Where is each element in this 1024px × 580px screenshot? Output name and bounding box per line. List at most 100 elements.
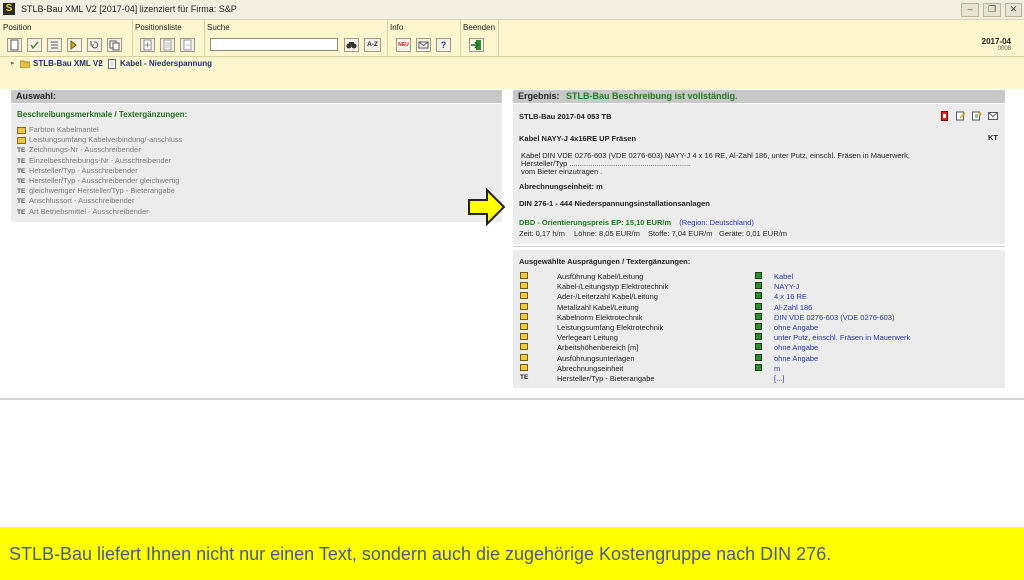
binoculars-search-button[interactable] (344, 38, 359, 52)
kt-label: KT (988, 133, 998, 142)
minimize-button[interactable]: – (961, 3, 979, 17)
feature-label: Leistungsumfang Kabelverbindung/-anschlu… (29, 135, 183, 145)
copy-document-icon[interactable] (972, 111, 982, 123)
ergebnis-header: Ergebnis: STLB-Bau Beschreibung ist voll… (513, 90, 1005, 103)
attribute-tag-icon (520, 302, 528, 310)
attribute-tag-icon (520, 272, 528, 279)
group-position: Position (0, 20, 133, 56)
attribute-label: Kabel-/Leitungstyp Elektrotechnik (557, 282, 669, 292)
edit-value-icon[interactable] (755, 302, 762, 312)
app-logo-icon: S (3, 3, 15, 15)
attribute-value[interactable]: m (774, 364, 780, 373)
list-export-button[interactable] (180, 38, 195, 52)
edit-value-icon[interactable] (755, 312, 762, 322)
feature-item[interactable]: TE Einzelbeschreibungs-Nr - Ausschreibend… (17, 156, 171, 166)
selected-row[interactable]: Ader-/Leiterzahl Kabel/Leitung 4 x 16 RE (520, 292, 1000, 302)
attribute-tag-icon (520, 333, 528, 341)
edit-value-icon[interactable] (755, 272, 762, 281)
edit-document-icon[interactable] (956, 111, 966, 123)
attribute-icon (520, 302, 532, 312)
feature-item[interactable]: TE Hersteller/Typ - Ausschreibender (17, 166, 138, 176)
selected-row[interactable]: Ausführungsunterlagen ohne Angabe (520, 353, 1000, 364)
attribute-tag-icon (520, 323, 528, 330)
attribute-icon (520, 323, 532, 332)
help-button[interactable]: ? (436, 38, 451, 52)
attribute-value[interactable]: Al-Zahl 186 (774, 303, 812, 312)
green-edit-icon (755, 343, 762, 351)
section-divider (513, 246, 1005, 247)
edit-value-icon[interactable] (755, 292, 762, 301)
selected-row[interactable]: TE Hersteller/Typ - Bieterangabe [...] (520, 374, 1000, 384)
mail-icon[interactable] (988, 112, 998, 122)
news-button[interactable]: NEU (396, 38, 411, 52)
tag-icon (17, 126, 29, 134)
content-divider (0, 398, 1024, 400)
attribute-icon (520, 353, 532, 363)
attribute-value[interactable]: ohne Angabe (774, 354, 818, 363)
selected-row[interactable]: Arbeitshöhenbereich [m] ohne Angabe (520, 343, 1000, 353)
edit-value-icon[interactable] (755, 323, 762, 332)
az-index-button[interactable]: A-Z (364, 38, 381, 52)
selected-row[interactable]: Abrechnungseinheit m (520, 363, 1000, 374)
selected-row[interactable]: Kabelnorm Elektrotechnik DIN VDE 0276-603… (520, 312, 1000, 323)
attribute-label: Ausführung Kabel/Leitung (557, 272, 644, 281)
feature-item[interactable]: TE Zeichnungs-Nr - Ausschreibender (17, 145, 141, 155)
attribute-icon (520, 333, 532, 342)
attribute-label: Kabelnorm Elektrotechnik (557, 312, 643, 322)
breadcrumb-current[interactable]: Kabel - Niederspannung (120, 59, 212, 68)
selected-row[interactable]: Leistungsumfang Elektrotechnik ohne Angab… (520, 323, 1000, 333)
feature-item[interactable]: Farbton Kabelmantel (17, 125, 99, 135)
tag-icon (17, 136, 29, 144)
attribute-value[interactable]: ohne Angabe (774, 343, 818, 352)
mail-button[interactable] (416, 38, 431, 52)
breadcrumb-root[interactable]: STLB-Bau XML V2 (33, 59, 103, 68)
feature-label: Einzelbeschreibungs-Nr - Ausschreibender (29, 155, 172, 165)
group-info: Info NEU ? (387, 20, 461, 56)
attribute-value[interactable]: DIN VDE 0276-603 (VDE 0276-603) (774, 313, 894, 322)
copy-button[interactable] (107, 38, 122, 52)
selected-row[interactable]: Kabel-/Leitungstyp Elektrotechnik NAYY-J (520, 282, 1000, 292)
attribute-value[interactable]: NAYY-J (774, 282, 799, 291)
feature-item[interactable]: TE Art Betriebsmittel - Ausschreibender (17, 207, 149, 217)
feature-item[interactable]: TE gleichwertiger Hersteller/Typ - Bieter… (17, 186, 175, 196)
attribute-value[interactable]: unter Putz, einschl. Fräsen in Mauerwerk (774, 333, 910, 342)
breadcrumb: ▸ STLB-Bau XML V2 ▸ Kabel - Niederspannu… (0, 57, 1024, 71)
edit-value-icon[interactable] (755, 282, 762, 291)
attribute-icon (520, 272, 532, 281)
selected-row[interactable]: Ausführung Kabel/Leitung Kabel (520, 272, 1000, 282)
attribute-label: Metallzahl Kabel/Leitung (557, 302, 639, 312)
check-button[interactable] (27, 38, 42, 52)
group-suche: Suche A-Z (204, 20, 388, 56)
search-input[interactable] (210, 38, 338, 51)
selected-row[interactable]: Metallzahl Kabel/Leitung Al-Zahl 186 (520, 302, 1000, 313)
forward-button[interactable] (67, 38, 82, 52)
list-add-button[interactable] (140, 38, 155, 52)
position-code: STLB-Bau 2017-04 053 TB (519, 112, 612, 121)
undo-button[interactable] (87, 38, 102, 52)
te-badge: TE (17, 208, 26, 216)
list-edit-button[interactable] (160, 38, 175, 52)
edit-value-icon[interactable] (755, 333, 762, 342)
feature-item[interactable]: Leistungsumfang Kabelverbindung/-anschlu… (17, 135, 182, 145)
attribute-value[interactable]: 4 x 16 RE (774, 292, 807, 301)
feature-item[interactable]: TE Hersteller/Typ - Ausschreibender gleic… (17, 176, 179, 186)
edit-value-icon[interactable] (755, 353, 762, 363)
edit-value-icon[interactable] (755, 343, 762, 352)
attribute-value[interactable]: Kabel (774, 272, 793, 281)
region-link[interactable]: (Region: Deutschland) (679, 218, 754, 227)
pdf-icon[interactable] (941, 111, 948, 123)
restore-button[interactable]: ❐ (983, 3, 1001, 17)
materials-value: Stoffe: 7,04 EUR/m (648, 229, 713, 238)
edit-value-icon[interactable] (755, 363, 762, 373)
exit-button[interactable] (469, 38, 484, 52)
te-badge: TE (17, 198, 26, 206)
new-document-button[interactable] (7, 38, 22, 52)
selected-row[interactable]: Verlegeart Leitung unter Putz, einschl. F… (520, 333, 1000, 343)
green-edit-icon (755, 363, 762, 371)
document-icon (108, 59, 116, 71)
feature-item[interactable]: TE Anschlussort - Ausschreibender (17, 196, 134, 206)
attribute-value[interactable]: ohne Angabe (774, 323, 818, 332)
list-button[interactable] (47, 38, 62, 52)
close-button[interactable]: ✕ (1005, 3, 1022, 17)
attribute-value[interactable]: [...] (774, 374, 784, 383)
